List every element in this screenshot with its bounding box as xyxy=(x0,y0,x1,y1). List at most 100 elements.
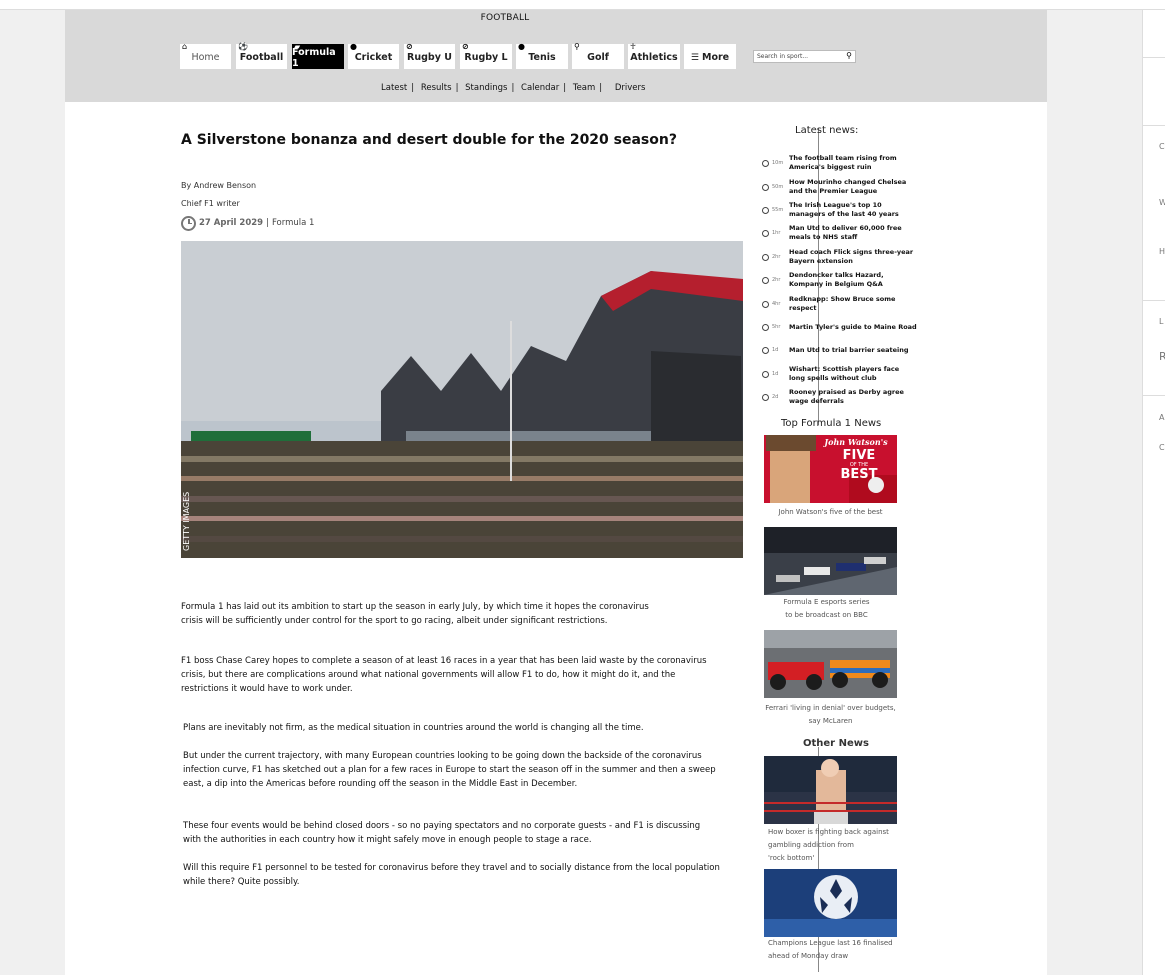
search-icon[interactable]: ⚲ xyxy=(846,51,852,60)
paragraph: F1 boss Chase Carey hopes to complete a … xyxy=(181,656,707,694)
clock-icon xyxy=(762,393,769,401)
article-date: 27 April 2029 xyxy=(199,218,264,228)
thumb-john-watson[interactable]: John Watson's FIVE OF THE BEST xyxy=(764,435,897,503)
subnav-calendar[interactable]: Calendar xyxy=(521,83,559,93)
paragraph: Will this require F1 personnel to be tes… xyxy=(183,863,720,887)
panel-letter: R xyxy=(1159,350,1165,363)
paragraph: Formula 1 has laid out its ambition to s… xyxy=(181,602,649,626)
article-category[interactable]: Formula 1 xyxy=(272,218,314,228)
paragraph: But under the current trajectory, with m… xyxy=(183,751,716,789)
thumb-boxer[interactable] xyxy=(764,756,897,824)
tennis-ball-icon: ● xyxy=(518,42,525,51)
panel-letter: C xyxy=(1159,142,1165,151)
thumb-ferrari-mclaren[interactable] xyxy=(764,630,897,698)
clock-icon xyxy=(762,276,769,284)
paragraph: Plans are inevitably not firm, as the me… xyxy=(183,723,644,733)
clock-icon xyxy=(762,229,769,237)
panel-divider xyxy=(1143,57,1165,58)
author-name: By Andrew Benson xyxy=(181,181,257,190)
rugby-ball-icon: ⊘ xyxy=(406,42,413,51)
subnav-standings[interactable]: Standings xyxy=(465,83,507,93)
panel-letter: A xyxy=(1159,413,1165,422)
search-input[interactable]: Search in sport... ⚲ xyxy=(753,50,856,63)
nav-rugby-union[interactable]: ⊘ Rugby U xyxy=(404,42,455,69)
svg-text:John Watson's: John Watson's xyxy=(822,437,888,447)
right-side-panel: C W H L R A C xyxy=(1142,10,1165,975)
home-icon: ⌂ xyxy=(182,42,188,51)
clock-icon xyxy=(762,300,769,308)
thumb-champions-league[interactable] xyxy=(764,869,897,937)
panel-letter: H xyxy=(1159,247,1165,256)
boxer-illustration xyxy=(764,756,897,824)
rugby-ball-icon: ⊘ xyxy=(462,42,469,51)
panel-letter: L xyxy=(1159,317,1164,326)
golf-pin-icon: ⚲ xyxy=(574,42,580,51)
news-item[interactable]: 55m The Irish League's top 10 managers of… xyxy=(762,199,922,221)
nav-rugby-league[interactable]: ⊘ Rugby L xyxy=(460,42,512,69)
thumb-formula-e-esports[interactable] xyxy=(764,527,897,595)
champions-league-illustration xyxy=(764,869,897,937)
other-news-title: Other News xyxy=(803,738,869,749)
news-item[interactable]: 1d Wishart: Scottish players face long sp… xyxy=(762,363,922,385)
dateline: 27 April 2029 | Formula 1 xyxy=(181,215,314,231)
sport-header: FOOTBALL ⌂ Home ⚽ Football ▰ Formula 1 ● Cri… xyxy=(65,10,1047,102)
clock-icon xyxy=(762,183,769,191)
news-item[interactable]: 1d Man Utd to trial barrier seateing xyxy=(762,339,922,361)
subnav-latest[interactable]: Latest xyxy=(381,83,407,93)
nav-home[interactable]: ⌂ Home xyxy=(180,42,231,69)
clock-icon xyxy=(762,370,769,378)
formula-e-illustration xyxy=(764,527,897,595)
news-item[interactable]: 5hr Martin Tyler's guide to Maine Road xyxy=(762,316,922,338)
svg-text:BEST: BEST xyxy=(840,467,877,482)
clock-icon xyxy=(762,159,769,167)
nav-tennis[interactable]: ● Tenis xyxy=(516,42,568,69)
nav-athletics[interactable]: ☥ Athletics xyxy=(628,43,680,69)
news-item[interactable]: 1hr Man Utd to deliver 60,000 free meals … xyxy=(762,222,922,244)
panel-divider xyxy=(1143,395,1165,396)
news-item[interactable]: 2d Rooney praised as Derby agree wage def… xyxy=(762,386,922,408)
clock-icon xyxy=(762,253,769,261)
football-icon: ⚽ xyxy=(238,42,248,51)
panel-letter: W xyxy=(1159,198,1165,207)
top-f1-news-title: Top Formula 1 News xyxy=(781,418,882,429)
cricket-icon: ● xyxy=(350,42,357,51)
sub-nav: Latest | Results | Standings | Calendar | Te… xyxy=(381,83,646,93)
clock-icon xyxy=(762,323,769,331)
paragraph: These four events would be behind closed… xyxy=(183,821,701,845)
news-item[interactable]: 2hr Dendoncker talks Hazard, Kompany in B… xyxy=(762,269,922,291)
panel-divider xyxy=(1143,300,1165,301)
thumb-caption[interactable]: John Watson's five of the best xyxy=(764,506,897,519)
news-item[interactable]: 10m The football team rising from America… xyxy=(762,152,922,174)
panel-divider xyxy=(1143,125,1165,126)
nav-more[interactable]: ☰ More xyxy=(684,44,736,69)
article-title: A Silverstone bonanza and desert double … xyxy=(181,132,677,148)
nav-football[interactable]: ⚽ Football xyxy=(236,42,287,69)
byline: By Andrew Benson Chief F1 writer xyxy=(181,177,256,213)
section-title: FOOTBALL xyxy=(480,13,530,23)
author-role: Chief F1 writer xyxy=(181,199,240,208)
browser-top-strip xyxy=(0,0,1165,10)
news-item[interactable]: 4hr Redknapp: Show Bruce some respect xyxy=(762,293,922,315)
subnav-results[interactable]: Results xyxy=(421,83,452,93)
thumb-caption[interactable]: Champions League last 16 finalised ahead… xyxy=(768,937,908,963)
latest-news-title: Latest news: xyxy=(795,125,859,136)
thumb-caption[interactable]: How boxer is fighting back against gambl… xyxy=(768,826,901,865)
formula1-icon: ▰ xyxy=(294,42,301,51)
news-item[interactable]: 50m How Mourinho changed Chelsea and the … xyxy=(762,176,922,198)
subnav-drivers[interactable]: Drivers xyxy=(615,83,646,93)
panel-letter: C xyxy=(1159,443,1165,452)
subnav-team[interactable]: Team xyxy=(573,83,595,93)
nav-cricket[interactable]: ● Cricket xyxy=(348,42,399,69)
svg-text:FIVE: FIVE xyxy=(843,448,876,463)
thumb-caption[interactable]: Formula E esports series to be broadcast… xyxy=(764,596,889,622)
news-item[interactable]: 2hr Head coach Flick signs three-year Bay… xyxy=(762,246,922,268)
nav-formula1[interactable]: ▰ Formula 1 xyxy=(292,42,344,69)
thumb-caption[interactable]: Ferrari 'living in denial' over budgets,… xyxy=(764,702,897,728)
ferrari-mclaren-illustration xyxy=(764,630,897,698)
john-watson-illustration: John Watson's FIVE OF THE BEST xyxy=(764,435,897,503)
nav-golf[interactable]: ⚲ Golf xyxy=(572,42,624,69)
clock-icon xyxy=(762,346,769,354)
clock-icon xyxy=(762,206,769,214)
clock-icon xyxy=(181,215,196,231)
hero-illustration: GETTY IMAGES xyxy=(181,241,743,558)
